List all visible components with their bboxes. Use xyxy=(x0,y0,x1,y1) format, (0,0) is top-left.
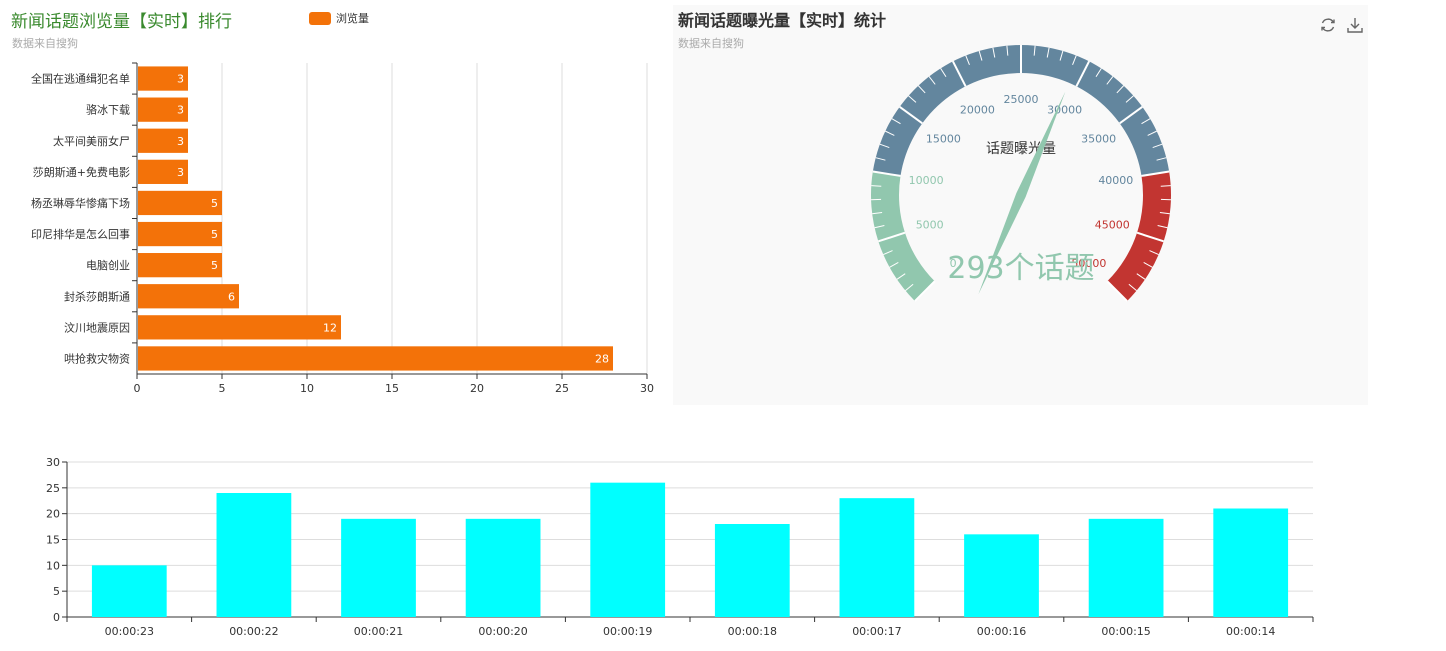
bar-value-label: 3 xyxy=(177,135,184,148)
y-category-label: 莎朗斯通+免费电影 xyxy=(33,165,130,179)
x-category-label: 00:00:20 xyxy=(478,625,527,638)
gauge-tick-label: 5000 xyxy=(916,219,944,232)
x-tick-label: 25 xyxy=(555,382,569,395)
bar[interactable] xyxy=(590,482,666,617)
gauge-minor-tick xyxy=(871,185,882,187)
y-tick-label: 15 xyxy=(46,534,60,547)
bar[interactable] xyxy=(138,221,222,247)
x-tick-label: 5 xyxy=(219,382,226,395)
gauge-tick-label: 10000 xyxy=(909,174,944,187)
y-category-label: 太平间美丽女尸 xyxy=(53,134,130,148)
y-tick-label: 25 xyxy=(46,482,60,495)
bar-value-label: 5 xyxy=(211,197,218,210)
x-tick-label: 20 xyxy=(470,382,484,395)
y-category-label: 汶川地震原因 xyxy=(64,320,130,334)
bar[interactable] xyxy=(138,284,239,309)
bar[interactable] xyxy=(714,524,790,617)
bar-value-label: 28 xyxy=(595,352,609,365)
bar-value-label: 5 xyxy=(211,228,218,241)
x-category-label: 00:00:14 xyxy=(1226,625,1275,638)
x-category-label: 00:00:17 xyxy=(852,625,901,638)
bar[interactable] xyxy=(138,346,613,371)
bar[interactable] xyxy=(465,518,541,617)
y-category-label: 杨丞琳辱华惨痛下场 xyxy=(31,196,130,210)
gauge-tick-label: 25000 xyxy=(1004,93,1039,106)
x-category-label: 00:00:21 xyxy=(354,625,403,638)
y-tick-label: 20 xyxy=(46,508,60,521)
bar[interactable] xyxy=(138,253,222,278)
x-tick-label: 30 xyxy=(640,382,654,395)
bar-value-label: 6 xyxy=(228,290,235,303)
y-category-label: 哄抢救灾物资 xyxy=(64,351,130,365)
y-category-label: 印尼排华是怎么回事 xyxy=(31,227,130,241)
y-tick-label: 10 xyxy=(46,559,60,572)
y-tick-label: 0 xyxy=(53,611,60,624)
bar-value-label: 12 xyxy=(323,321,337,334)
bar[interactable] xyxy=(138,315,341,340)
bar[interactable] xyxy=(839,498,915,617)
y-category-label: 全国在逃通缉犯名单 xyxy=(31,72,130,86)
gauge-band xyxy=(1107,171,1171,302)
x-category-label: 00:00:18 xyxy=(728,625,777,638)
gauge-tick-label: 20000 xyxy=(960,103,995,116)
gauge-tick-label: 30000 xyxy=(1047,103,1082,116)
bar[interactable] xyxy=(91,565,167,617)
gauge-tick-label: 35000 xyxy=(1081,133,1116,146)
x-tick-label: 0 xyxy=(134,382,141,395)
y-category-label: 电脑创业 xyxy=(86,259,130,272)
x-tick-label: 10 xyxy=(300,382,314,395)
bar-value-label: 3 xyxy=(177,104,184,117)
y-category-label: 封杀莎朗斯通 xyxy=(64,289,130,303)
x-category-label: 00:00:22 xyxy=(229,625,278,638)
bar[interactable] xyxy=(341,518,416,617)
gauge-svg: 0500010000150002000025000300003500040000… xyxy=(871,44,1171,302)
y-tick-label: 30 xyxy=(46,456,60,469)
gauge-tick-label: 45000 xyxy=(1095,219,1130,232)
x-category-label: 00:00:16 xyxy=(977,625,1026,638)
time-bar-chart-panel: 0 5 10 15 20 25 30 00:00:23 00:00:22 00:00:21 00:0… xyxy=(0,440,1330,651)
bar-chart-panel: 新闻话题浏览量【实时】排行 数据来自搜狗 浏览量 0 5 10 15 20 25 30 全国在… xyxy=(0,0,670,405)
x-category-label: 00:00:15 xyxy=(1101,625,1150,638)
y-tick-label: 5 xyxy=(53,585,60,598)
bar-value-label: 5 xyxy=(211,259,218,272)
x-category-label: 00:00:19 xyxy=(603,625,652,638)
gauge-value-label: 293个话题 xyxy=(947,251,1094,286)
bar[interactable] xyxy=(216,493,292,617)
gauge-tick-label: 15000 xyxy=(926,133,961,146)
x-tick-label: 15 xyxy=(385,382,399,395)
bar[interactable] xyxy=(138,190,222,216)
gauge-band xyxy=(871,171,935,302)
time-bar-chart-svg: 0 5 10 15 20 25 30 00:00:23 00:00:22 00:00:21 00:0… xyxy=(46,456,1314,638)
bar-value-label: 3 xyxy=(177,73,184,86)
bar-chart-svg: 0 5 10 15 20 25 30 全国在逃通缉犯名单 3 骆冰下载 3 太平间美丽女尸 3 莎朗斯通+… xyxy=(31,62,654,395)
gauge-minor-tick xyxy=(1160,185,1171,187)
bar[interactable] xyxy=(964,534,1039,617)
bar-value-label: 3 xyxy=(177,166,184,179)
gauge-chart-panel: 新闻话题曝光量【实时】统计 数据来自搜狗 0 5000 10000 15000 2000… xyxy=(673,5,1368,405)
bar[interactable] xyxy=(1213,508,1289,618)
bar[interactable] xyxy=(1088,518,1164,617)
y-category-label: 骆冰下载 xyxy=(86,103,130,117)
gauge-tick-label: 40000 xyxy=(1098,174,1133,187)
x-category-label: 00:00:23 xyxy=(105,625,154,638)
